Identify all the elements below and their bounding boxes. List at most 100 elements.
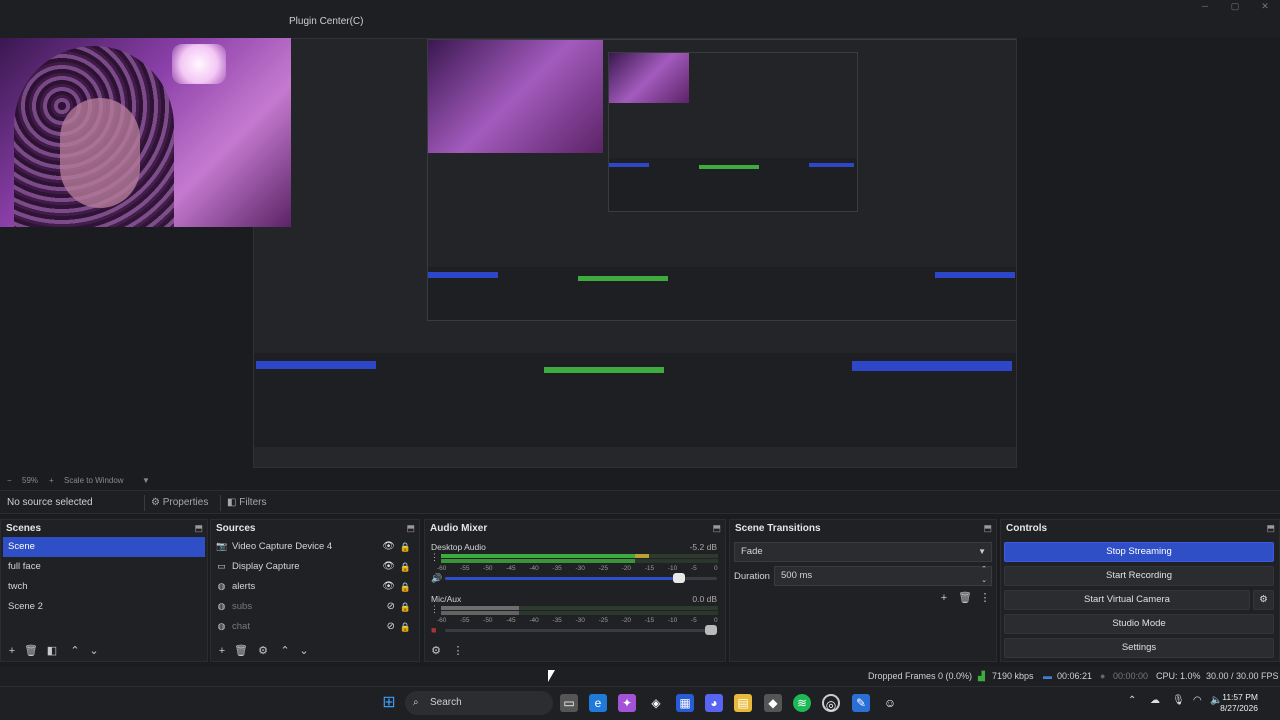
- eye-icon[interactable]: 👁: [382, 577, 395, 597]
- sources-footer: + 🗑 ⚙ ⌃ ⌄: [211, 641, 419, 661]
- transition-select[interactable]: Fade ▼: [734, 542, 992, 562]
- speaker-icon[interactable]: 🔊: [431, 573, 442, 584]
- chat-app-icon[interactable]: ☺: [881, 694, 899, 712]
- chevron-up-icon[interactable]: ⌃: [1128, 695, 1136, 706]
- signal-icon: ▟: [978, 671, 985, 681]
- source-item[interactable]: ◍ chat ⊘ 🔒: [211, 617, 419, 637]
- studio-mode-button[interactable]: Studio Mode: [1004, 614, 1274, 634]
- alien-icon[interactable]: ◈: [647, 694, 665, 712]
- stop-streaming-button[interactable]: Stop Streaming: [1004, 542, 1274, 562]
- obs-icon[interactable]: ◎: [822, 694, 840, 712]
- channel-menu-button[interactable]: ⋮: [430, 552, 439, 563]
- zoom-in-button[interactable]: +: [49, 476, 54, 485]
- move-down-button[interactable]: ⌄: [297, 644, 311, 658]
- source-item[interactable]: 📷 Video Capture Device 4 👁 🔒: [211, 537, 419, 557]
- scale-mode-select[interactable]: Scale to Window: [64, 476, 124, 485]
- add-transition-button[interactable]: +: [937, 591, 951, 605]
- cloud-icon[interactable]: ☁: [1150, 695, 1160, 706]
- advanced-audio-button[interactable]: ⚙: [429, 644, 443, 658]
- lock-icon[interactable]: 🔒: [400, 597, 411, 617]
- channel-menu-button[interactable]: ⋮: [430, 604, 439, 615]
- clock-date: 8/27/2026: [1220, 703, 1258, 713]
- scene-item[interactable]: Scene 2: [1, 597, 207, 617]
- discord-icon[interactable]: ◕: [705, 694, 723, 712]
- maximize-button[interactable]: ▢: [1220, 0, 1250, 14]
- start-button-icon[interactable]: ⊞: [380, 694, 398, 712]
- copilot-icon[interactable]: ✦: [618, 694, 636, 712]
- lock-icon[interactable]: 🔒: [400, 617, 411, 637]
- scene-item[interactable]: Scene: [3, 537, 205, 557]
- volume-knob[interactable]: [705, 625, 717, 635]
- lock-icon[interactable]: 🔒: [400, 537, 411, 557]
- lock-icon[interactable]: 🔒: [400, 557, 411, 577]
- source-item[interactable]: ▭ Display Capture 👁 🔒: [211, 557, 419, 577]
- volume-meter: [441, 606, 718, 610]
- duration-input[interactable]: 500 ms ⌃ ⌄: [774, 566, 992, 586]
- meter-tick-label: -45: [506, 565, 516, 572]
- move-up-button[interactable]: ⌃: [278, 644, 292, 658]
- remove-source-button[interactable]: 🗑: [234, 644, 248, 658]
- browser-icon: ◍: [217, 601, 226, 611]
- move-up-button[interactable]: ⌃: [68, 644, 82, 658]
- spotify-icon[interactable]: ≋: [793, 694, 811, 712]
- virtual-camera-settings-button[interactable]: ⚙: [1253, 590, 1274, 610]
- zoom-out-button[interactable]: −: [7, 476, 12, 485]
- eye-icon[interactable]: 👁: [382, 537, 395, 557]
- file-explorer-icon[interactable]: ▤: [734, 694, 752, 712]
- source-item[interactable]: ◍ subs ⊘ 🔒: [211, 597, 419, 617]
- meter-tick-label: -50: [483, 617, 493, 624]
- add-scene-button[interactable]: +: [5, 644, 19, 658]
- filters-button[interactable]: ◧ Filters: [220, 495, 272, 511]
- mic-icon[interactable]: 🎙: [1172, 695, 1185, 706]
- eye-slash-icon[interactable]: ⊘: [387, 617, 395, 637]
- chevron-down-icon[interactable]: ▼: [142, 476, 150, 485]
- system-clock[interactable]: 11:57 PM 8/27/2026: [1220, 692, 1258, 714]
- move-down-button[interactable]: ⌄: [87, 644, 101, 658]
- scene-filters-button[interactable]: ◧: [45, 644, 59, 658]
- mute-icon[interactable]: ■: [431, 625, 436, 635]
- app-icon[interactable]: ◆: [764, 694, 782, 712]
- close-button[interactable]: ✕: [1250, 0, 1280, 14]
- mixer-channel: Desktop Audio -5.2 dB ⋮ -60 -55 -50 -45 -40 -35-…: [425, 542, 725, 594]
- start-recording-button[interactable]: Start Recording: [1004, 566, 1274, 586]
- search-placeholder: Search: [430, 697, 462, 708]
- store-icon[interactable]: ▦: [676, 694, 694, 712]
- volume-slider[interactable]: [445, 573, 717, 583]
- remove-transition-button[interactable]: 🗑: [958, 591, 972, 605]
- meter-tick-label: -10: [667, 565, 678, 572]
- task-view-icon[interactable]: ▭: [560, 694, 578, 712]
- mixer-menu-button[interactable]: ⋮: [451, 644, 465, 658]
- properties-button[interactable]: ⚙ Properties: [144, 495, 214, 511]
- paint-icon[interactable]: ✎: [852, 694, 870, 712]
- transition-menu-button[interactable]: ⋮: [978, 591, 992, 605]
- sources-dock: Sources ⬒ 📷 Video Capture Device 4 👁 🔒 ▭ Disp…: [210, 519, 420, 662]
- taskbar-search[interactable]: ⌕ Search: [405, 691, 553, 715]
- source-item[interactable]: ◍ alerts 👁 🔒: [211, 577, 419, 597]
- duration-stepper[interactable]: ⌃ ⌄: [981, 564, 987, 586]
- undock-icon[interactable]: ⬒: [983, 520, 992, 537]
- undock-icon[interactable]: ⬒: [194, 520, 203, 537]
- source-properties-button[interactable]: ⚙: [256, 644, 270, 658]
- channel-name: Desktop Audio: [431, 542, 486, 552]
- undock-icon[interactable]: ⬒: [406, 520, 415, 537]
- wifi-icon[interactable]: ◠: [1193, 695, 1202, 706]
- add-source-button[interactable]: +: [215, 644, 229, 658]
- undock-icon[interactable]: ⬒: [712, 520, 721, 537]
- edge-icon[interactable]: e: [589, 694, 607, 712]
- lock-icon[interactable]: 🔒: [400, 577, 411, 597]
- minimize-button[interactable]: ─: [1190, 0, 1220, 14]
- scene-item[interactable]: twch: [1, 577, 207, 597]
- eye-slash-icon[interactable]: ⊘: [387, 597, 395, 617]
- webcam-source: [0, 38, 291, 227]
- undock-icon[interactable]: ⬒: [1266, 520, 1275, 537]
- remove-scene-button[interactable]: 🗑: [24, 644, 38, 658]
- start-virtual-camera-button[interactable]: Start Virtual Camera: [1004, 590, 1250, 610]
- settings-button[interactable]: Settings: [1004, 638, 1274, 658]
- eye-icon[interactable]: 👁: [382, 557, 395, 577]
- preview-canvas[interactable]: [253, 38, 1017, 468]
- preview-area[interactable]: [0, 38, 1280, 474]
- volume-knob[interactable]: [672, 573, 685, 583]
- gear-icon: ⚙: [1259, 594, 1268, 605]
- volume-slider[interactable]: [445, 625, 717, 635]
- scene-item[interactable]: full face: [1, 557, 207, 577]
